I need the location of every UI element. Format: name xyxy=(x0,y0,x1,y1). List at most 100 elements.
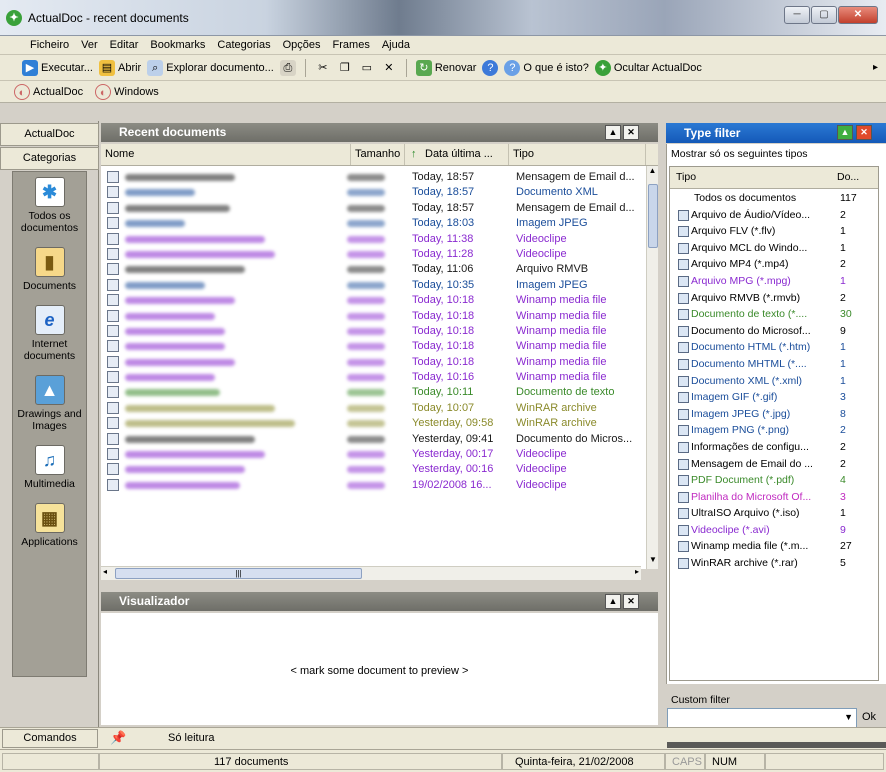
cut-icon[interactable]: ✂ xyxy=(315,60,331,76)
col-data[interactable]: ↑ Data última ... xyxy=(405,144,509,165)
filter-item[interactable]: Arquivo de Áudio/Vídeo... 2 xyxy=(670,208,878,225)
col-tipo[interactable]: Tipo xyxy=(509,144,646,165)
table-row[interactable]: Today, 11:38 Videoclipe xyxy=(101,232,651,247)
copy-icon[interactable]: ❐ xyxy=(337,60,353,76)
table-row[interactable]: Today, 18:57 Mensagem de Email d... xyxy=(101,201,651,216)
table-row[interactable]: Today, 18:57 Mensagem de Email d... xyxy=(101,170,651,185)
scroll-up-icon[interactable]: ▲ xyxy=(647,166,658,180)
table-row[interactable]: Today, 10:18 Winamp media file xyxy=(101,339,651,354)
filter-item[interactable]: Arquivo RMVB (*.rmvb) 2 xyxy=(670,291,878,308)
table-row[interactable]: Today, 10:07 WinRAR archive xyxy=(101,401,651,416)
filter-item[interactable]: Documento do Microsof... 9 xyxy=(670,324,878,341)
menu-ajuda[interactable]: Ajuda xyxy=(382,39,410,51)
filter-col-count[interactable]: Do... xyxy=(837,171,859,183)
tab-actualdoc[interactable]: ActualDoc xyxy=(0,123,99,146)
filter-item[interactable]: WinRAR archive (*.rar) 5 xyxy=(670,556,878,573)
table-row[interactable]: Today, 11:28 Videoclipe xyxy=(101,247,651,262)
menu-ver[interactable]: Ver xyxy=(81,39,98,51)
hscroll-thumb[interactable]: ||| xyxy=(115,568,362,579)
scroll-right-icon[interactable]: ▸ xyxy=(635,567,639,576)
menu-frames[interactable]: Frames xyxy=(333,39,370,51)
print-icon[interactable]: ⎙ xyxy=(279,59,296,76)
scroll-down-icon[interactable]: ▼ xyxy=(647,555,659,569)
table-row[interactable]: Yesterday, 00:17 Videoclipe xyxy=(101,447,651,462)
menu-categorias[interactable]: Categorias xyxy=(217,39,270,51)
menu-ficheiro[interactable]: Ficheiro xyxy=(30,39,69,51)
close-panel-icon[interactable]: ✕ xyxy=(623,125,639,140)
menu-bookmarks[interactable]: Bookmarks xyxy=(150,39,205,51)
pin-icon[interactable]: 📌 xyxy=(110,730,126,746)
close-button[interactable]: ✕ xyxy=(838,6,878,24)
col-tamanho[interactable]: Tamanho xyxy=(351,144,405,165)
actualdoc-switch[interactable]: ◐ ActualDoc xyxy=(14,83,83,100)
table-row[interactable]: Today, 10:35 Imagem JPEG xyxy=(101,278,651,293)
filter-item[interactable]: Documento HTML (*.htm) 1 xyxy=(670,340,878,357)
maximize-preview-icon[interactable]: ▲ xyxy=(605,594,621,609)
filter-item[interactable]: Documento XML (*.xml) 1 xyxy=(670,374,878,391)
delete-icon[interactable]: ✕ xyxy=(381,60,397,76)
nav-documents[interactable]: ▮ Documents xyxy=(13,242,86,292)
table-row[interactable]: Yesterday, 00:16 Videoclipe xyxy=(101,462,651,477)
filter-item[interactable]: Todos os documentos 117 xyxy=(670,191,878,208)
nav-applications[interactable]: ▦ Applications xyxy=(13,498,86,548)
filter-item[interactable]: Arquivo MCL do Windo... 1 xyxy=(670,241,878,258)
what-is-this-button[interactable]: ? O que é isto? xyxy=(504,59,589,76)
nav-internet-documents[interactable]: e Internet documents xyxy=(13,300,86,362)
executar-button[interactable]: ▶ Executar... xyxy=(22,59,93,76)
maximize-filter-icon[interactable]: ▲ xyxy=(837,125,853,140)
table-row[interactable]: Today, 11:06 Arquivo RMVB xyxy=(101,262,651,277)
filter-item[interactable]: Imagem PNG (*.png) 2 xyxy=(670,423,878,440)
minimize-button[interactable]: ─ xyxy=(784,6,810,24)
ocultar-button[interactable]: ✦ Ocultar ActualDoc xyxy=(594,59,702,76)
filter-item[interactable]: Mensagem de Email do ... 2 xyxy=(670,457,878,474)
filter-item[interactable]: Imagem GIF (*.gif) 3 xyxy=(670,390,878,407)
vertical-scrollbar[interactable]: ▲ ▼ xyxy=(646,166,658,569)
filter-item[interactable]: PDF Document (*.pdf) 4 xyxy=(670,473,878,490)
menu-opcoes[interactable]: Opções xyxy=(283,39,321,51)
dropdown-arrow-icon[interactable]: ▼ xyxy=(844,712,853,722)
filter-item[interactable]: Documento MHTML (*.... 1 xyxy=(670,357,878,374)
maximize-panel-icon[interactable]: ▲ xyxy=(605,125,621,140)
filter-item[interactable]: UltraISO Arquivo (*.iso) 1 xyxy=(670,506,878,523)
table-row[interactable]: Today, 10:16 Winamp media file xyxy=(101,370,651,385)
readonly-label[interactable]: Só leitura xyxy=(168,732,214,744)
custom-filter-input[interactable]: ▼ xyxy=(667,708,857,728)
table-row[interactable]: 19/02/2008 16... Videoclipe xyxy=(101,478,651,493)
filter-item[interactable]: Documento de texto (*.... 30 xyxy=(670,307,878,324)
menu-editar[interactable]: Editar xyxy=(110,39,139,51)
table-row[interactable]: Today, 10:18 Winamp media file xyxy=(101,324,651,339)
filter-item[interactable]: Winamp media file (*.m... 27 xyxy=(670,539,878,556)
filter-item[interactable]: Planilha do Microsoft Of... 3 xyxy=(670,490,878,507)
horizontal-scrollbar[interactable]: ◂ ||| ▸ xyxy=(101,566,641,580)
table-row[interactable]: Today, 18:03 Imagem JPEG xyxy=(101,216,651,231)
filter-col-tipo[interactable]: Tipo xyxy=(676,171,696,183)
help-icon[interactable]: ? xyxy=(482,59,499,76)
close-filter-icon[interactable]: ✕ xyxy=(856,125,872,140)
renovar-button[interactable]: ↻ Renovar xyxy=(415,59,476,76)
table-row[interactable]: Today, 10:18 Winamp media file xyxy=(101,293,651,308)
nav-multimedia[interactable]: ♫ Multimedia xyxy=(13,440,86,490)
paste-icon[interactable]: ▭ xyxy=(359,60,375,76)
nav-todos-documentos[interactable]: ✱ Todos os documentos xyxy=(13,172,86,234)
explorar-button[interactable]: ⌕ Explorar documento... xyxy=(147,59,274,76)
scroll-thumb[interactable] xyxy=(648,184,658,248)
col-nome[interactable]: Nome xyxy=(101,144,351,165)
filter-item[interactable]: Arquivo MPG (*.mpg) 1 xyxy=(670,274,878,291)
table-row[interactable]: Today, 18:57 Documento XML xyxy=(101,185,651,200)
table-row[interactable]: Yesterday, 09:58 WinRAR archive xyxy=(101,416,651,431)
table-row[interactable]: Yesterday, 09:41 Documento do Micros... xyxy=(101,432,651,447)
table-row[interactable]: Today, 10:18 Winamp media file xyxy=(101,309,651,324)
filter-item[interactable]: Imagem JPEG (*.jpg) 8 xyxy=(670,407,878,424)
tab-categorias[interactable]: Categorias xyxy=(0,147,99,170)
windows-switch[interactable]: ◐ Windows xyxy=(95,83,159,100)
scroll-left-icon[interactable]: ◂ xyxy=(103,567,107,576)
close-preview-icon[interactable]: ✕ xyxy=(623,594,639,609)
ok-button[interactable]: Ok xyxy=(862,711,876,723)
filter-item[interactable]: Arquivo FLV (*.flv) 1 xyxy=(670,224,878,241)
nav-drawings-images[interactable]: ▲ Drawings and Images xyxy=(13,370,86,432)
abrir-button[interactable]: ▤ Abrir xyxy=(98,59,141,76)
filter-item[interactable]: Informações de configu... 2 xyxy=(670,440,878,457)
table-row[interactable]: Today, 10:18 Winamp media file xyxy=(101,355,651,370)
filter-item[interactable]: Videoclipe (*.avi) 9 xyxy=(670,523,878,540)
toolbar-overflow-icon[interactable]: ▸ xyxy=(873,62,878,73)
